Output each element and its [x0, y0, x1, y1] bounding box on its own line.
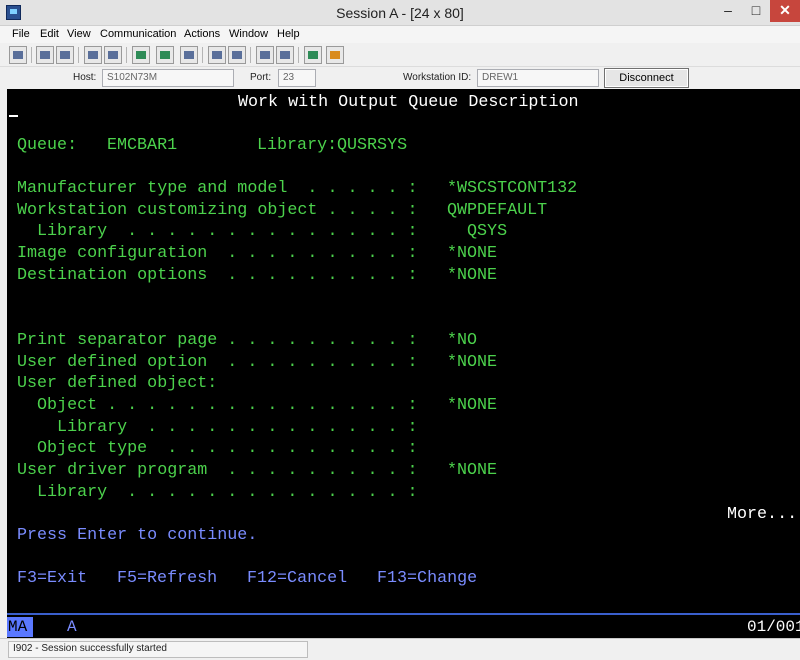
connect-icon[interactable]	[256, 46, 274, 64]
function-key-f13[interactable]: F13=Change	[377, 568, 477, 590]
field-value: *NONE	[447, 266, 498, 285]
toolbar-separator	[250, 47, 251, 63]
port-field[interactable]: 23	[278, 69, 316, 87]
copy-icon[interactable]	[36, 46, 54, 64]
toolbar-separator	[298, 47, 299, 63]
workstation-id-field[interactable]: DREW1	[477, 69, 599, 87]
window-title: Session A - [24 x 80]	[336, 5, 464, 21]
input-indicator: A	[67, 618, 77, 636]
field-label: Library . . . . . . . . . . . . . . :	[17, 222, 418, 241]
menu-view[interactable]: View	[67, 28, 91, 40]
toolbar	[0, 43, 800, 67]
field-label: Image configuration . . . . . . . . . :	[17, 244, 418, 263]
more-indicator: More...	[727, 505, 798, 524]
disconnect-button[interactable]: Disconnect	[604, 68, 689, 88]
field-label: Print separator page . . . . . . . . . :	[17, 331, 418, 350]
field-label: Library . . . . . . . . . . . . . . :	[17, 483, 418, 502]
text-cursor	[9, 115, 18, 117]
menu-help[interactable]: Help	[277, 28, 300, 40]
menu-actions[interactable]: Actions	[184, 28, 220, 40]
workstation-label: Workstation ID:	[403, 72, 472, 83]
minimize-button[interactable]: –	[714, 0, 742, 22]
connection-bar: Host: S102N73M Port: 23 Workstation ID: …	[0, 67, 800, 89]
queue-label: Queue:	[17, 136, 78, 155]
operator-info-area: MA A 01/001	[7, 613, 800, 638]
print-screen-icon[interactable]	[9, 46, 27, 64]
help-icon[interactable]	[304, 46, 322, 64]
status-message: I902 - Session successfully started	[8, 641, 308, 658]
function-key-f5[interactable]: F5=Refresh	[117, 568, 217, 590]
host-label: Host:	[73, 72, 97, 83]
menu-file[interactable]: File	[12, 28, 30, 40]
field-value: *NONE	[447, 244, 498, 263]
toolbar-separator	[31, 47, 32, 63]
display-icon[interactable]	[132, 46, 150, 64]
field-label: Object . . . . . . . . . . . . . . . :	[17, 396, 418, 415]
title-bar: Session A - [24 x 80] – □ ✕	[0, 0, 800, 26]
disconnect-icon[interactable]	[276, 46, 294, 64]
paste-icon[interactable]	[56, 46, 74, 64]
record-macro-icon[interactable]	[180, 46, 198, 64]
queue-value: EMCBAR1	[107, 136, 178, 155]
menu-edit[interactable]: Edit	[40, 28, 59, 40]
field-label: User defined object:	[17, 374, 218, 393]
menu-window[interactable]: Window	[229, 28, 268, 40]
field-label: Destination options . . . . . . . . . :	[17, 266, 418, 285]
field-value: *NONE	[447, 461, 498, 480]
toolbar-separator	[202, 47, 203, 63]
send-file-icon[interactable]	[84, 46, 102, 64]
screen-title: Work with Output Queue Description	[238, 93, 579, 112]
field-value: *NONE	[447, 353, 498, 372]
function-key-f12[interactable]: F12=Cancel	[247, 568, 347, 590]
status-bar: I902 - Session successfully started	[0, 638, 800, 660]
port-label: Port:	[250, 72, 272, 83]
toolbar-separator	[126, 47, 127, 63]
field-value: *NO	[447, 331, 478, 350]
function-key-f3[interactable]: F3=Exit	[17, 568, 87, 590]
help-topics-icon[interactable]	[326, 46, 344, 64]
terminal-screen[interactable]: Work with Output Queue Description Queue…	[7, 89, 800, 613]
field-label: Library . . . . . . . . . . . . . :	[17, 418, 418, 437]
macro-icon[interactable]	[228, 46, 246, 64]
field-value: QWPDEFAULT	[447, 201, 548, 220]
keyboard-icon[interactable]	[156, 46, 174, 64]
field-label: User defined option . . . . . . . . . :	[17, 353, 418, 372]
field-label: Workstation customizing object . . . . :	[17, 201, 418, 220]
menu-bar: File Edit View Communication Actions Win…	[0, 26, 800, 43]
maximize-button[interactable]: □	[742, 0, 770, 22]
field-label: Manufacturer type and model . . . . . :	[17, 179, 418, 198]
host-field[interactable]: S102N73M	[102, 69, 234, 87]
receive-file-icon[interactable]	[104, 46, 122, 64]
field-value: *WSCSTCONT132	[447, 179, 578, 198]
cursor-position: 01/001	[747, 618, 800, 636]
play-macro-icon[interactable]	[208, 46, 226, 64]
close-button[interactable]: ✕	[770, 0, 800, 22]
field-value: *NONE	[447, 396, 498, 415]
mode-indicator: MA	[7, 617, 33, 637]
field-label: User driver program . . . . . . . . . :	[17, 461, 418, 480]
toolbar-separator	[78, 47, 79, 63]
menu-communication[interactable]: Communication	[100, 28, 176, 40]
instruction-text: Press Enter to continue.	[17, 526, 258, 545]
library-value: QUSRSYS	[337, 136, 408, 155]
library-label: Library:	[257, 136, 338, 155]
field-label: Object type . . . . . . . . . . . . :	[17, 439, 418, 458]
field-value: QSYS	[447, 222, 508, 241]
